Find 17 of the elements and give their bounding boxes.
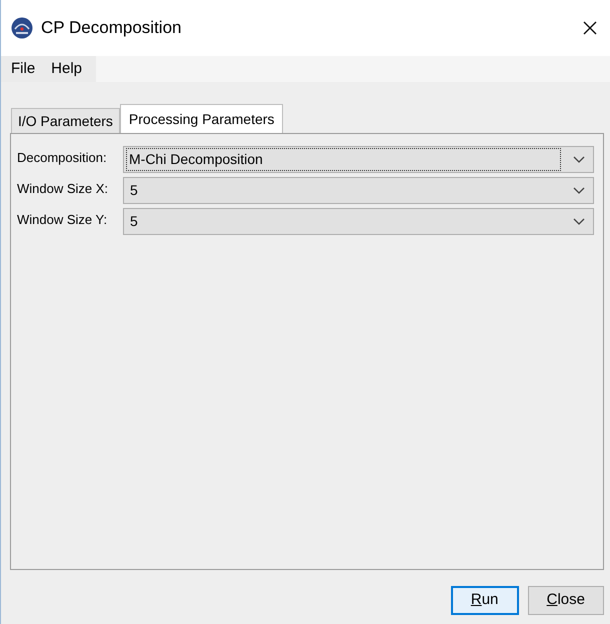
field-label: Window Size Y: [17,211,108,229]
menu-item[interactable]: File [3,56,44,82]
window-title: CP Decomposition [41,17,182,40]
tab[interactable]: I/O Parameters [11,108,120,133]
dropdown[interactable]: 5 [123,177,594,204]
chevron-down-icon [573,218,585,226]
field-label: Decomposition: [17,149,108,167]
dialog-button[interactable]: Close [528,586,604,615]
chevron-down-icon [573,156,585,164]
dialog-button[interactable]: Run [450,586,519,615]
field-label: Window Size X: [17,180,110,198]
chevron-down-icon [573,186,585,194]
tab[interactable]: Processing Parameters [120,104,284,133]
app-logo-icon [11,17,33,39]
dropdown[interactable]: 5 [123,208,594,235]
menu-item[interactable]: Help [43,56,90,82]
dropdown[interactable]: M-Chi Decomposition [123,146,594,173]
